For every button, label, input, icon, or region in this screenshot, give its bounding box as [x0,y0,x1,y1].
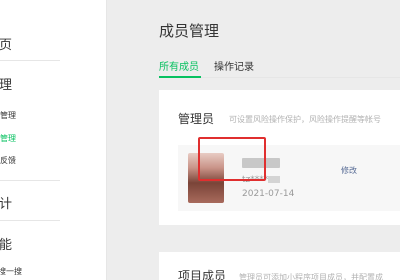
sidebar-item-management[interactable]: 管理 [0,74,12,93]
sidebar-item-feedback[interactable]: 用户反馈 [0,155,16,166]
active-tab-indicator [159,76,201,78]
members-section-title: 项目成员 [178,269,227,280]
sidebar-divider [0,180,60,181]
members-section-description: 管理员可添加小程序项目成员，并配置成 [239,273,383,280]
sidebar-item-version[interactable]: 版本管理 [0,110,16,121]
highlight-box [198,137,266,181]
page-title: 成员管理 [159,22,220,40]
admin-section-description: 可设置风险操作保护，风险操作提醒等帐号 [229,115,381,124]
sidebar-item-features[interactable]: 功能 [0,234,12,253]
sidebar: 首页 管理 版本管理 成员管理 用户反馈 统计 功能 搜一搜 [0,0,107,280]
tab-operation-log[interactable]: 操作记录 [214,58,254,73]
admin-date: 2021-07-14 [242,189,295,199]
sidebar-item-home[interactable]: 首页 [0,34,12,53]
admin-card: 管理员 可设置风险操作保护，风险操作提醒等帐号 tz**** 2021-07-1… [159,90,400,225]
sidebar-item-members[interactable]: 成员管理 [0,133,16,144]
admin-section-title: 管理员 [178,112,215,126]
tab-all-members[interactable]: 所有成员 [159,58,199,73]
modify-button[interactable]: 修改 [330,163,368,179]
sidebar-item-search[interactable]: 搜一搜 [0,266,22,277]
blurred-id [268,176,280,183]
members-card: 项目成员 管理员可添加小程序项目成员，并配置成 [159,252,400,280]
sidebar-divider [0,220,60,221]
sidebar-item-stats[interactable]: 统计 [0,193,12,212]
sidebar-divider [0,60,60,61]
